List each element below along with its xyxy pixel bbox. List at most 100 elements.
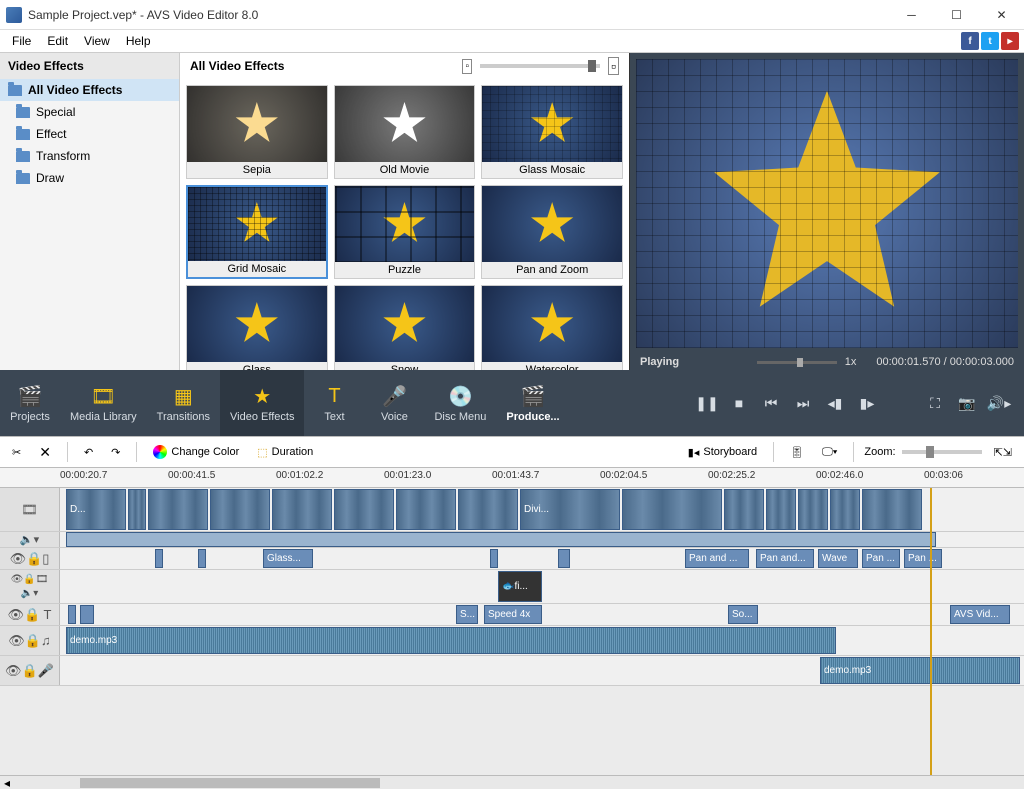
- thumb-large-icon[interactable]: ▫: [608, 57, 619, 75]
- youtube-icon[interactable]: ▸: [1001, 32, 1019, 50]
- playhead[interactable]: [930, 488, 932, 775]
- text-clip[interactable]: [68, 605, 76, 624]
- thumb-size-slider[interactable]: [480, 64, 600, 68]
- effect-grid-mosaic[interactable]: Grid Mosaic: [186, 185, 328, 279]
- video-clip[interactable]: [396, 489, 456, 530]
- thumb-small-icon[interactable]: ▫: [462, 59, 472, 74]
- split-button[interactable]: ✂: [6, 443, 27, 462]
- overlay-track[interactable]: 👁🔒🎞🔈▾ 🐟 fi...: [0, 570, 1024, 604]
- effect-clip[interactable]: [198, 549, 206, 568]
- text-clip[interactable]: S...: [456, 605, 478, 624]
- time-ruler[interactable]: 00:00:20.700:00:41.500:01:02.200:01:23.0…: [0, 468, 1024, 488]
- effect-clip[interactable]: Glass...: [263, 549, 313, 568]
- video-clip[interactable]: [128, 489, 146, 530]
- effect-clip[interactable]: Pan and...: [756, 549, 814, 568]
- toolbar-produce[interactable]: 🎬Produce...: [496, 370, 569, 436]
- video-clip[interactable]: D...: [66, 489, 126, 530]
- frame-back-icon[interactable]: ◂▮: [822, 391, 848, 415]
- toolbar-medialibrary[interactable]: 🎞Media Library: [60, 370, 147, 436]
- preview-canvas[interactable]: [636, 59, 1018, 348]
- delete-button[interactable]: ✕: [33, 441, 57, 464]
- effect-pan-and-zoom[interactable]: Pan and Zoom: [481, 185, 623, 279]
- toolbar-voice[interactable]: 🎤Voice: [364, 370, 424, 436]
- frame-fwd-icon[interactable]: ▮▸: [854, 391, 880, 415]
- video-clip[interactable]: [724, 489, 764, 530]
- video-track[interactable]: 🎞 D...Divi...: [0, 488, 1024, 532]
- display-button[interactable]: 🖵▾: [816, 443, 843, 462]
- maximize-button[interactable]: ☐: [934, 0, 979, 30]
- volume-button[interactable]: 🔊▸: [986, 391, 1012, 415]
- toolbar-transitions[interactable]: ▦Transitions: [147, 370, 220, 436]
- effect-sepia[interactable]: Sepia: [186, 85, 328, 179]
- tree-draw[interactable]: Draw: [0, 167, 179, 189]
- tree-all-video-effects[interactable]: All Video Effects: [0, 79, 179, 101]
- stop-button[interactable]: ■: [726, 391, 752, 415]
- timeline-hscroll[interactable]: ◂: [0, 775, 1024, 789]
- audio-track-2[interactable]: 👁🔒🎤 demo.mp3: [0, 656, 1024, 686]
- text-track[interactable]: 👁🔒 T S...Speed 4xSo...AVS Vid...: [0, 604, 1024, 626]
- video-clip[interactable]: [798, 489, 828, 530]
- prev-button[interactable]: ⏮: [758, 391, 784, 415]
- effect-clip[interactable]: [490, 549, 498, 568]
- tree-transform[interactable]: Transform: [0, 145, 179, 167]
- toolbar-videoeffects[interactable]: ★Video Effects: [220, 370, 304, 436]
- duration-button[interactable]: ⬚Duration: [251, 443, 319, 462]
- facebook-icon[interactable]: f: [961, 32, 979, 50]
- zoom-slider[interactable]: [902, 450, 982, 454]
- toolbar-text[interactable]: TText: [304, 370, 364, 436]
- text-clip[interactable]: AVS Vid...: [950, 605, 1010, 624]
- text-clip[interactable]: [80, 605, 94, 624]
- toolbar-projects[interactable]: 🎬Projects: [0, 370, 60, 436]
- audio-clip[interactable]: demo.mp3: [820, 657, 1020, 684]
- audio-track-1[interactable]: 👁🔒♫ demo.mp3: [0, 626, 1024, 656]
- video-clip[interactable]: [272, 489, 332, 530]
- change-color-button[interactable]: Change Color: [147, 442, 245, 462]
- effect-glass-mosaic[interactable]: Glass Mosaic: [481, 85, 623, 179]
- overlay-clip[interactable]: 🐟 fi...: [498, 571, 542, 602]
- minimize-button[interactable]: ─: [889, 0, 934, 30]
- undo-button[interactable]: ↶: [78, 443, 99, 462]
- zoom-fit-button[interactable]: ⇱⇲: [988, 443, 1018, 462]
- effect-snow[interactable]: Snow: [334, 285, 476, 370]
- effect-clip[interactable]: Pan ...: [904, 549, 942, 568]
- effect-clip[interactable]: Pan and ...: [685, 549, 749, 568]
- text-clip[interactable]: So...: [728, 605, 758, 624]
- menu-file[interactable]: File: [4, 32, 39, 50]
- redo-button[interactable]: ↷: [105, 443, 126, 462]
- video-clip[interactable]: Divi...: [520, 489, 620, 530]
- video-clip[interactable]: [862, 489, 922, 530]
- close-button[interactable]: ✕: [979, 0, 1024, 30]
- next-button[interactable]: ⏭: [790, 391, 816, 415]
- video-clip[interactable]: [766, 489, 796, 530]
- menu-edit[interactable]: Edit: [39, 32, 76, 50]
- audio-clip[interactable]: demo.mp3: [66, 627, 836, 654]
- video-clip[interactable]: [830, 489, 860, 530]
- snapshot-button[interactable]: 📷: [954, 391, 980, 415]
- mixer-button[interactable]: 🎚: [784, 443, 810, 462]
- tree-special[interactable]: Special: [0, 101, 179, 123]
- video-clip[interactable]: [148, 489, 208, 530]
- effect-old-movie[interactable]: Old Movie: [334, 85, 476, 179]
- menu-view[interactable]: View: [76, 32, 118, 50]
- text-clip[interactable]: Speed 4x: [484, 605, 542, 624]
- speed-slider[interactable]: [757, 361, 837, 364]
- video-clip[interactable]: [458, 489, 518, 530]
- video-audio-track[interactable]: 🔈▾: [0, 532, 1024, 548]
- effect-clip[interactable]: Pan ...: [862, 549, 900, 568]
- video-clip[interactable]: [622, 489, 722, 530]
- pause-button[interactable]: ❚❚: [694, 391, 720, 415]
- effect-clip[interactable]: Wave: [818, 549, 858, 568]
- video-clip[interactable]: [210, 489, 270, 530]
- tree-effect[interactable]: Effect: [0, 123, 179, 145]
- toolbar-discmenu[interactable]: 💿Disc Menu: [424, 370, 496, 436]
- menu-help[interactable]: Help: [118, 32, 159, 50]
- effect-puzzle[interactable]: Puzzle: [334, 185, 476, 279]
- effect-watercolor[interactable]: Watercolor: [481, 285, 623, 370]
- storyboard-button[interactable]: ▮◂ Storyboard: [682, 443, 763, 462]
- fullscreen-button[interactable]: ⛶: [922, 391, 948, 415]
- effect-clip[interactable]: [558, 549, 570, 568]
- effects-track[interactable]: 👁🔒▯ Glass...Pan and ...Pan and...WavePan…: [0, 548, 1024, 570]
- video-clip[interactable]: [334, 489, 394, 530]
- twitter-icon[interactable]: t: [981, 32, 999, 50]
- effect-glass[interactable]: Glass: [186, 285, 328, 370]
